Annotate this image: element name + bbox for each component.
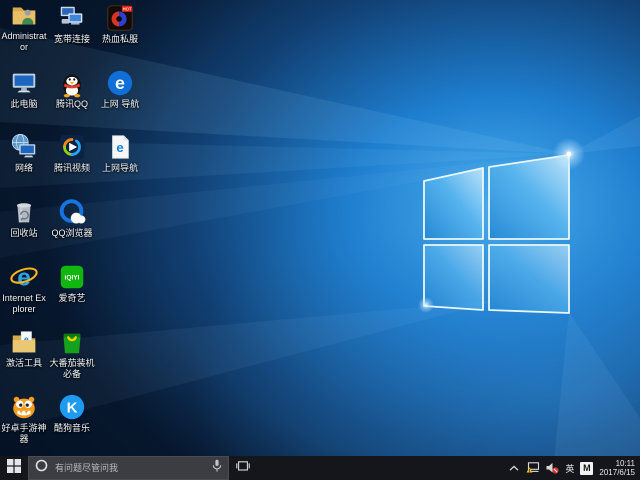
desktop-icon-qq-browser[interactable]: QQ浏览器 — [48, 197, 96, 239]
desktop-icon-label: 上网 导航 — [96, 99, 144, 110]
kugou-music-icon: K — [57, 392, 87, 422]
network-icon — [9, 132, 39, 162]
ime-indicator[interactable]: M — [580, 456, 593, 480]
desktop-icon-kugou[interactable]: K 酷狗音乐 — [48, 392, 96, 434]
desktop-icon-tomato[interactable]: 大番茄装机必备 — [48, 327, 96, 379]
kugou-k-letter: K — [67, 400, 78, 417]
desktop-icon-broadband[interactable]: 宽带连接 — [48, 3, 96, 45]
desktop-icon-label: QQ浏览器 — [48, 228, 96, 239]
desktop-icon-administrator[interactable]: Administrator — [0, 0, 48, 52]
search-input[interactable] — [53, 462, 207, 474]
desktop-icon-haozhuo[interactable]: 好卓手游神器 — [0, 392, 48, 444]
desktop-icon-label: 热血私服 — [96, 34, 144, 45]
internet-explorer-icon: e — [9, 262, 39, 292]
broadband-connection-icon — [57, 3, 87, 33]
cortana-search-box[interactable] — [28, 456, 229, 480]
desktop-icon-label: 腾讯QQ — [48, 99, 96, 110]
desktop-icon-qq[interactable]: 腾讯QQ — [48, 68, 96, 110]
tencent-qq-icon — [57, 68, 87, 98]
clock-date: 2017/6/15 — [599, 468, 635, 477]
desktop-icon-internet-explorer[interactable]: e Internet Explorer — [0, 262, 48, 314]
desktop-icon-tencent-video[interactable]: 腾讯视频 — [48, 132, 96, 174]
desktop-icon-label: 好卓手游神器 — [0, 423, 48, 444]
desktop-icon-label: 大番茄装机必备 — [48, 358, 96, 379]
volume-muted-icon[interactable] — [546, 456, 559, 480]
desktop-icon-iqiyi[interactable]: iQIYI 爱奇艺 — [48, 262, 96, 304]
this-pc-icon — [9, 68, 39, 98]
desktop-icon-recycle-bin[interactable]: 回收站 — [0, 197, 48, 239]
desktop-icon-label: 上网导航 — [96, 163, 144, 174]
tomato-bag-icon — [57, 327, 87, 357]
haozhuo-monster-icon — [9, 392, 39, 422]
start-button[interactable] — [0, 456, 28, 480]
desktop-icon-label: 此电脑 — [0, 99, 48, 110]
hot-badge: HOT — [123, 7, 132, 12]
desktop-icon-rexue[interactable]: HOT 热血私服 — [96, 3, 144, 45]
web-navigation-document-icon: e — [105, 132, 135, 162]
desktop-icon-this-pc[interactable]: 此电脑 — [0, 68, 48, 110]
activation-tools-folder-icon: e — [9, 327, 39, 357]
microphone-icon[interactable] — [212, 459, 222, 478]
desktop-icon-label: 腾讯视频 — [48, 163, 96, 174]
desktop-icon-label: 宽带连接 — [48, 34, 96, 45]
doc-e-letter: e — [116, 140, 123, 155]
web-navigation-circle-icon: e — [105, 68, 135, 98]
desktop-icon-label: 激活工具 — [0, 358, 48, 369]
ime-letter: M — [580, 462, 593, 475]
tray-chevron-up-icon[interactable] — [508, 456, 520, 480]
qq-browser-icon — [57, 197, 87, 227]
windows-desktop: Administrator 宽带连接 HOT — [0, 0, 640, 480]
rexue-game-icon: HOT — [105, 3, 135, 33]
clock-time: 10:11 — [616, 459, 635, 468]
desktop-icon-label: 网络 — [0, 163, 48, 174]
desktop-icon-network[interactable]: 网络 — [0, 132, 48, 174]
nav-e-letter: e — [115, 73, 125, 93]
cortana-icon — [35, 459, 48, 477]
desktop-icon-nav-circle[interactable]: e 上网 导航 — [96, 68, 144, 110]
iqiyi-icon: iQIYI — [57, 262, 87, 292]
desktop-icon-label: 爱奇艺 — [48, 293, 96, 304]
desktop-icon-nav-doc[interactable]: e 上网导航 — [96, 132, 144, 174]
tencent-video-icon — [57, 132, 87, 162]
network-status-icon[interactable] — [526, 456, 540, 480]
desktop-icon-label: 回收站 — [0, 228, 48, 239]
desktop-icon-activation-tools[interactable]: e 激活工具 — [0, 327, 48, 369]
system-tray: 英 M 10:11 2017/6/15 — [508, 456, 640, 480]
iqiyi-wordmark: iQIYI — [65, 275, 80, 282]
desktop-icon-label: Administrator — [0, 31, 48, 52]
task-view-icon — [236, 459, 250, 477]
language-indicator[interactable]: 英 — [565, 456, 574, 480]
recycle-bin-icon — [9, 197, 39, 227]
windows-logo-icon — [7, 459, 21, 478]
desktop-icon-label: Internet Explorer — [0, 293, 48, 314]
taskbar: 英 M 10:11 2017/6/15 — [0, 456, 640, 480]
task-view-button[interactable] — [229, 456, 256, 480]
desktop-icon-label: 酷狗音乐 — [48, 423, 96, 434]
user-folder-icon — [9, 0, 39, 30]
tray-clock[interactable]: 10:11 2017/6/15 — [599, 459, 635, 478]
